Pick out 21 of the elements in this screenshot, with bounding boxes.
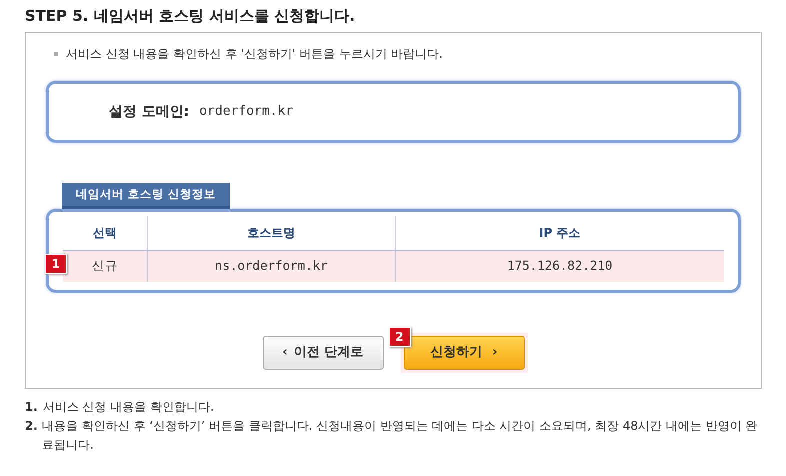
column-header: 선택 (92, 225, 118, 242)
page-title: STEP 5. 네임서버 호스팅 서비스를 신청합니다. (25, 6, 356, 26)
table-cell-text: 신규 (91, 257, 119, 276)
submit-button[interactable]: 신청하기 › (404, 336, 524, 370)
table-cell: 175.126.82.210 (395, 251, 724, 282)
prev-step-button[interactable]: ‹ 이전 단계로 (262, 336, 384, 370)
column-header: 호스트명 (147, 216, 395, 250)
column-header: IP 주소 (395, 216, 724, 250)
domain-value: orderform.kr (199, 103, 294, 122)
step-marker: 2 (388, 327, 410, 347)
notice-text: 서비스 신청 내용을 확인하신 후 '신청하기' 버튼을 누르시기 바랍니다. (66, 46, 443, 63)
note-text: 내용을 확인하신 후 ‘신청하기’ 버튼을 클릭합니다. 신청내용이 반영되는 데에는 다소 시간이 소요되며, 최장 48시간 내에는 반영이 완료됩니다. (42, 418, 759, 454)
note-number: 1. (25, 399, 38, 416)
chevron-right-icon: › (492, 343, 498, 363)
table-cell: ns.orderform.kr (147, 251, 395, 282)
note-text: 서비스 신청 내용을 확인합니다. (42, 399, 214, 416)
note-number: 2. (25, 418, 38, 435)
domain-label: 설정 도메인: (109, 102, 190, 122)
chevron-left-icon: ‹ (282, 343, 288, 363)
bullet-icon (54, 52, 58, 56)
step-marker: 1 (45, 254, 67, 274)
